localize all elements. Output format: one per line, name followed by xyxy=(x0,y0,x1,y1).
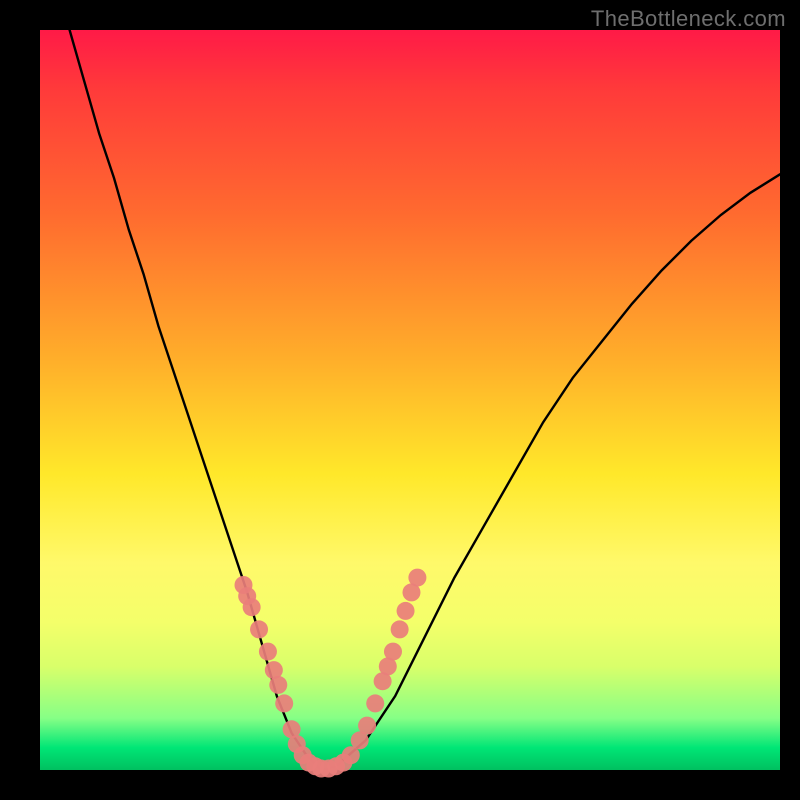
curve-marker xyxy=(397,602,415,620)
curve-marker xyxy=(275,694,293,712)
curve-marker xyxy=(366,694,384,712)
curve-marker xyxy=(384,643,402,661)
curve-marker xyxy=(408,569,426,587)
chart-svg xyxy=(40,30,780,770)
curve-marker xyxy=(269,676,287,694)
curve-marker xyxy=(391,620,409,638)
plot-area xyxy=(40,30,780,770)
curve-markers xyxy=(235,569,427,778)
curve-marker xyxy=(358,717,376,735)
curve-marker xyxy=(243,598,261,616)
bottleneck-curve xyxy=(70,30,780,770)
curve-marker xyxy=(259,643,277,661)
chart-frame: TheBottleneck.com xyxy=(0,0,800,800)
watermark-text: TheBottleneck.com xyxy=(591,6,786,32)
curve-marker xyxy=(250,620,268,638)
